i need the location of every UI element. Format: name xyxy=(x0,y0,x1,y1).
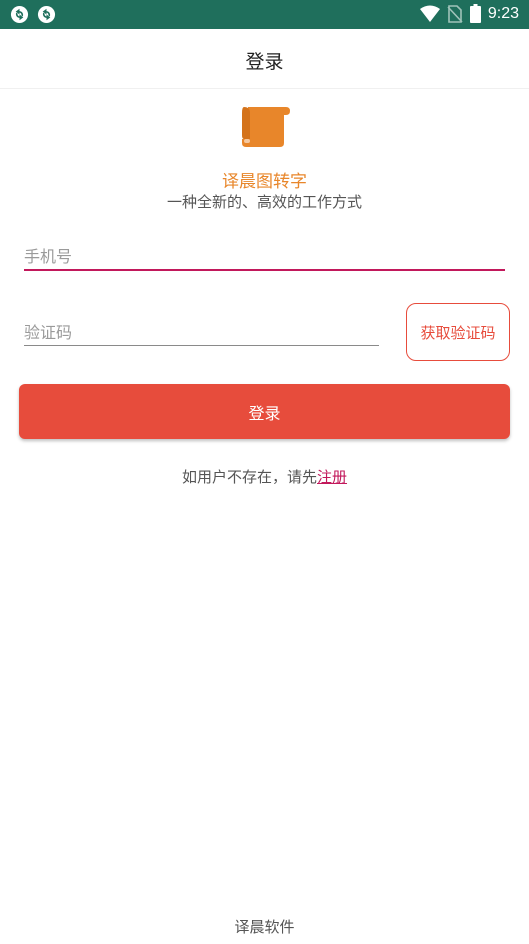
footer-company: 译晨软件 xyxy=(234,918,295,936)
login-button[interactable]: 登录 xyxy=(19,384,510,439)
status-bar: 9:23 xyxy=(0,0,529,29)
get-code-button[interactable]: 获取验证码 xyxy=(406,303,510,361)
sync-icon xyxy=(10,5,29,24)
phone-input-underline xyxy=(24,269,505,271)
phone-input[interactable] xyxy=(24,242,505,270)
wifi-icon xyxy=(419,5,440,22)
status-left-icons xyxy=(10,5,56,24)
register-prompt-text: 如用户不存在，请先 xyxy=(181,468,317,486)
register-link[interactable]: 注册 xyxy=(317,468,347,486)
status-time: 9:23 xyxy=(487,4,519,22)
page-title: 登录 xyxy=(245,51,284,73)
app-bar: 登录 xyxy=(0,29,529,89)
no-sim-icon xyxy=(447,4,463,23)
battery-icon xyxy=(469,4,481,23)
brand-slogan: 一种全新的、高效的工作方式 xyxy=(166,193,362,211)
register-prompt: 如用户不存在，请先注册 xyxy=(0,466,529,487)
sync-icon xyxy=(37,5,56,24)
brand-name: 译晨图转字 xyxy=(222,172,307,192)
verification-code-underline xyxy=(24,345,379,346)
verification-code-input[interactable] xyxy=(24,318,379,346)
scroll-icon xyxy=(242,107,290,147)
status-right-icons: 9:23 xyxy=(419,4,519,23)
